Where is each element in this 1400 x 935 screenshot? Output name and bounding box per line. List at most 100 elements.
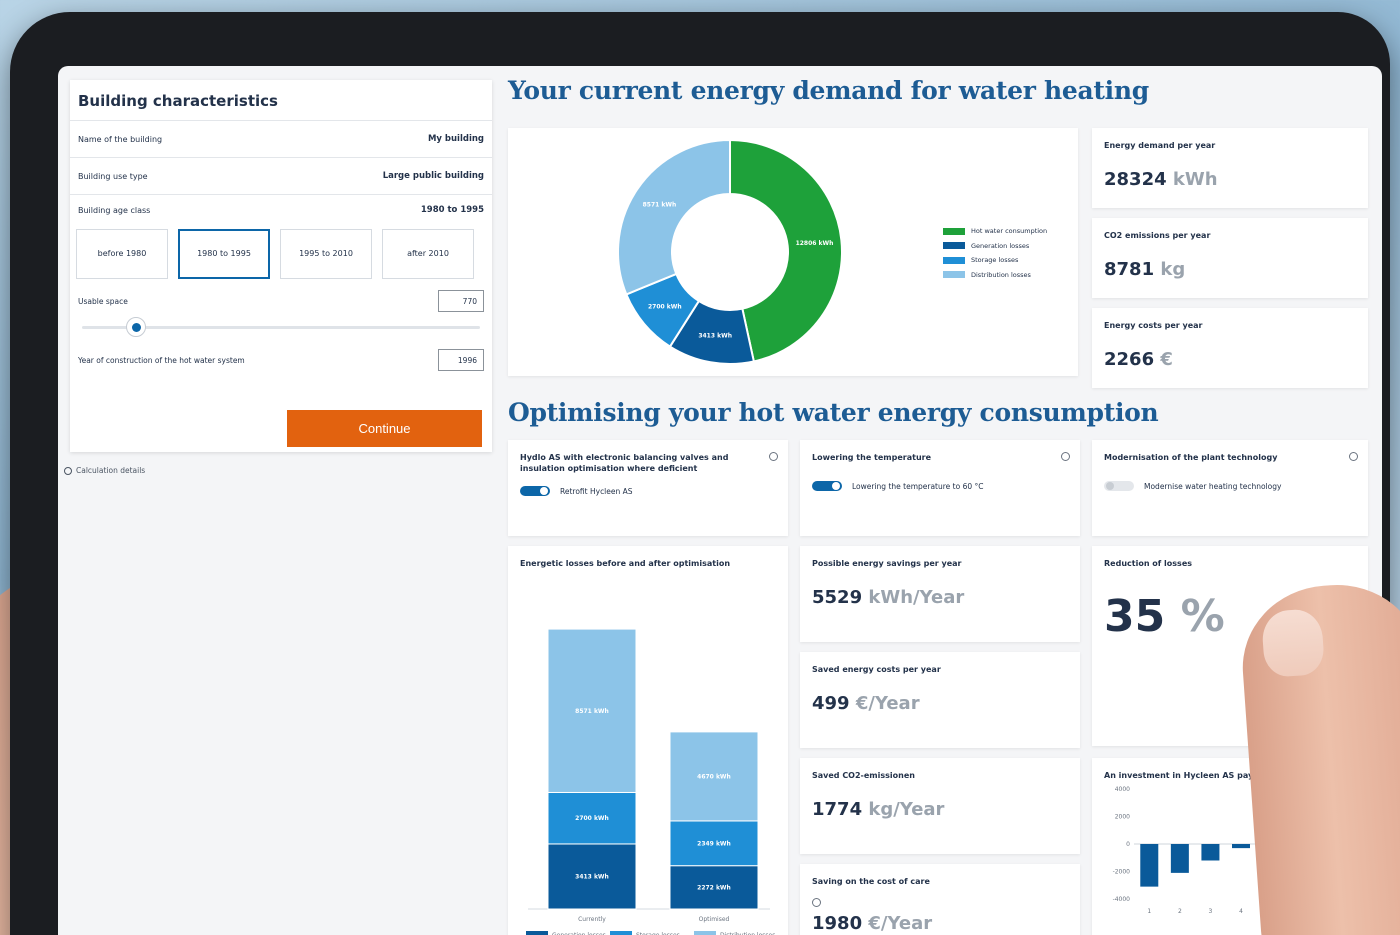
saving-number: 1980 [812, 913, 863, 935]
info-icon[interactable] [1349, 452, 1358, 461]
energy-demand-stat-card: Energy demand per year 28324 kWh [1092, 128, 1368, 208]
info-circle-icon [64, 466, 72, 475]
measure-card-hycleen: Hydlo AS with electronic balancing valve… [508, 440, 788, 536]
slice-label: 2700 kWh [648, 304, 682, 311]
stat-label: Energy costs per year [1104, 321, 1203, 330]
stat-value: 2266 € [1092, 331, 1368, 370]
usable-space-slider[interactable] [82, 317, 480, 337]
slice-label: 3413 kWh [698, 333, 732, 340]
info-icon[interactable] [1061, 452, 1070, 461]
calculation-details-link[interactable]: Calculation details [64, 466, 145, 475]
usable-space-row: Usable space 770 [70, 287, 492, 315]
stat-number: 28324 [1104, 169, 1167, 191]
losses-chart-title: Energetic losses before and after optimi… [520, 559, 731, 568]
stat-value: 8781 kg [1092, 241, 1368, 280]
y-tick-label: -2000 [1113, 869, 1131, 876]
energy-demand-heading: Your current energy demand for water hea… [508, 76, 1149, 105]
y-tick-label: -4000 [1113, 896, 1131, 903]
stat-unit: kWh [1172, 169, 1218, 191]
stat-label: Energy demand per year [1104, 141, 1216, 150]
saving-number: 499 [812, 693, 850, 715]
saving-label: Saved energy costs per year [812, 665, 941, 674]
bar-segment-label: 4670 kWh [697, 774, 731, 781]
y-tick-label: 4000 [1115, 786, 1130, 793]
legend-item-generation: Generation losses [943, 239, 1047, 254]
legend-swatch [943, 227, 965, 235]
age-option-after-2010[interactable]: after 2010 [382, 229, 474, 279]
year-construction-input[interactable]: 1996 [438, 349, 484, 371]
legend-swatch [526, 931, 548, 935]
building-characteristics-panel: Building characteristics Name of the bui… [70, 80, 492, 452]
saving-unit: €/Year [855, 693, 920, 715]
legend-item-storage: Storage losses [943, 253, 1047, 268]
age-option-1995-2010[interactable]: 1995 to 2010 [280, 229, 372, 279]
legend-label: Distribution losses [971, 270, 1031, 279]
usable-space-input[interactable]: 770 [438, 290, 484, 312]
building-age-value: 1980 to 1995 [420, 205, 484, 215]
saving-value: 5529 kWh/Year [800, 569, 1080, 608]
slice-label: 8571 kWh [643, 202, 677, 209]
toggle-switch[interactable] [520, 486, 550, 497]
stat-number: 2266 [1104, 349, 1155, 371]
x-tick-label: 1 [1147, 908, 1151, 915]
bar-segment-label: 8571 kWh [575, 708, 609, 715]
measure-card-temperature: Lowering the temperature Lowering the te… [800, 440, 1080, 536]
legend-label: Storage losses [971, 256, 1019, 265]
saving-number: 1774 [812, 799, 863, 821]
saving-number: 5529 [812, 587, 863, 609]
legend-swatch [943, 242, 965, 250]
investment-bar [1140, 844, 1159, 887]
legend-swatch [943, 271, 965, 279]
optimisation-heading: Optimising your hot water energy consump… [508, 398, 1159, 427]
x-tick-label: Currently [578, 916, 606, 923]
info-icon[interactable] [812, 898, 821, 907]
calculation-details-label: Calculation details [76, 466, 146, 475]
saving-unit: kWh/Year [868, 587, 965, 609]
care-cost-savings-card: Saving on the cost of care 1980 €/Year [800, 864, 1080, 935]
energy-costs-stat-card: Energy costs per year 2266 € [1092, 308, 1368, 388]
x-tick-label: 3 [1209, 908, 1213, 915]
legend-label: Generation losses [971, 241, 1030, 250]
y-tick-label: 0 [1126, 841, 1130, 848]
stat-unit: € [1160, 349, 1173, 371]
year-construction-row: Year of construction of the hot water sy… [70, 345, 492, 375]
toggle-label: Lowering the temperature to 60 °C [852, 481, 984, 491]
legend-label: Hot water consumption [971, 227, 1048, 236]
building-use-value[interactable]: Large public building [383, 171, 484, 181]
toggle-switch[interactable] [812, 481, 842, 492]
energy-savings-card: Possible energy savings per year 5529 kW… [800, 546, 1080, 642]
stat-value: 28324 kWh [1092, 151, 1368, 190]
toggle-switch[interactable] [1104, 481, 1134, 492]
slider-thumb[interactable] [126, 317, 146, 337]
measure-card-modernisation: Modernisation of the plant technology Mo… [1092, 440, 1368, 536]
stat-label: CO2 emissions per year [1104, 231, 1211, 240]
building-name-label: Name of the building [78, 134, 163, 144]
tablet-frame: Building characteristics Name of the bui… [10, 12, 1390, 935]
right-thumbnail [1260, 607, 1326, 678]
measure-toggle-row[interactable]: Lowering the temperature to 60 °C [800, 463, 1080, 492]
saving-label: Possible energy savings per year [812, 559, 962, 568]
x-tick-label: 4 [1239, 908, 1243, 915]
continue-button[interactable]: Continue [287, 410, 482, 447]
measure-toggle-row[interactable]: Retrofit Hycleen AS [508, 474, 788, 497]
building-use-row[interactable]: Building use type Large public building [70, 158, 492, 195]
age-option-before-1980[interactable]: before 1980 [76, 229, 168, 279]
investment-bar [1201, 844, 1220, 861]
measure-title: Hydlo AS with electronic balancing valve… [520, 453, 729, 474]
saving-label: Saved CO2-emissionen [812, 771, 915, 780]
building-name-value[interactable]: My building [428, 134, 484, 144]
donut-legend: Hot water consumption Generation losses … [943, 224, 1047, 282]
age-option-1980-1995[interactable]: 1980 to 1995 [178, 229, 270, 279]
info-icon[interactable] [769, 452, 778, 461]
usable-space-label: Usable space [78, 296, 128, 306]
reduction-label: Reduction of losses [1104, 559, 1193, 568]
reduction-number: 35 [1104, 591, 1166, 643]
measure-toggle-row[interactable]: Modernise water heating technology [1092, 463, 1368, 492]
tablet-screen: Building characteristics Name of the bui… [58, 66, 1382, 935]
age-class-options: before 1980 1980 to 1995 1995 to 2010 af… [70, 225, 492, 287]
saving-value: 1774 kg/Year [800, 781, 1080, 820]
building-age-row: Building age class 1980 to 1995 [70, 195, 492, 225]
panel-title: Building characteristics [70, 80, 492, 121]
legend-item-distribution: Distribution losses [943, 268, 1047, 283]
building-name-row[interactable]: Name of the building My building [70, 121, 492, 158]
